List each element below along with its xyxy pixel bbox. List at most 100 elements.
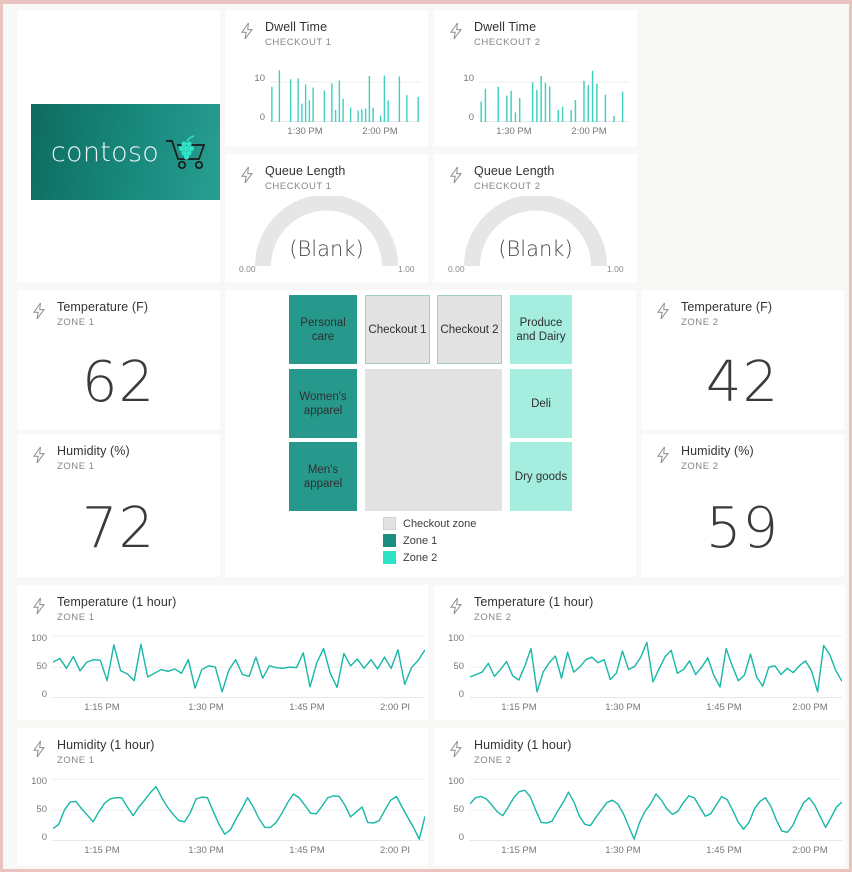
card-title: Queue Length — [265, 164, 346, 178]
card-subtitle: ZONE 1 — [57, 755, 95, 766]
y-tick-label: 0 — [468, 112, 474, 123]
card-subtitle: ZONE 1 — [57, 461, 95, 472]
zone-tile-mens-apparel[interactable]: Men's apparel — [289, 442, 357, 511]
card-title: Temperature (1 hour) — [57, 595, 177, 609]
humidity-trend-zone-2-card[interactable]: Humidity (1 hour) ZONE 2 100 50 0 1:15 P… — [434, 728, 845, 866]
zone-tile-dry-goods[interactable]: Dry goods — [510, 442, 572, 511]
temperature-line-chart — [53, 630, 425, 698]
kpi-value: 72 — [81, 496, 156, 561]
zone-tile-label: Produce and Dairy — [516, 316, 566, 343]
queue-length-checkout-1-card[interactable]: Queue Length CHECKOUT 1 (Blank) 0.00 1.0… — [225, 154, 428, 282]
lightning-bolt-icon — [33, 446, 45, 464]
temperature-trend-zone-2-card[interactable]: Temperature (1 hour) ZONE 2 100 50 0 1:1… — [434, 585, 845, 720]
dwell-time-bar-chart — [270, 70, 420, 122]
card-header: Humidity (%) ZONE 2 — [641, 434, 844, 473]
card-header: Queue Length CHECKOUT 1 — [225, 154, 428, 193]
queue-length-checkout-2-card[interactable]: Queue Length CHECKOUT 2 (Blank) 0.00 1.0… — [434, 154, 637, 282]
kpi-value: 62 — [81, 350, 156, 415]
x-tick-label: 2:00 PI — [379, 845, 411, 856]
x-tick-label: 1:30 PM — [605, 845, 641, 856]
gauge-value: (Blank) — [498, 237, 573, 261]
x-tick-label: 1:15 PM — [84, 702, 120, 713]
x-tick-label: 1:30 PM — [188, 845, 224, 856]
lightning-bolt-icon — [450, 597, 462, 615]
x-tick-label: 2:00 PM — [792, 845, 828, 856]
gauge-min-label: 0.00 — [239, 264, 256, 274]
humidity-zone-2-card[interactable]: Humidity (%) ZONE 2 59 — [641, 434, 844, 577]
contoso-logo: contoso — [31, 104, 220, 200]
y-tick-label: 0 — [458, 689, 464, 700]
gauge-max-label: 1.00 — [398, 264, 415, 274]
card-subtitle: ZONE 2 — [681, 461, 719, 472]
zone-tile-label: Men's apparel — [303, 463, 343, 490]
lightning-bolt-icon — [450, 166, 462, 184]
legend-label: Zone 1 — [403, 534, 438, 547]
shopping-cart-grapes-icon — [166, 135, 206, 170]
x-tick-label: 1:30 PM — [605, 702, 641, 713]
y-tick-label: 10 — [254, 73, 265, 84]
card-subtitle: CHECKOUT 1 — [265, 181, 332, 192]
legend-item[interactable]: Zone 2 — [383, 551, 476, 564]
logo-card: contoso — [17, 10, 220, 282]
card-header: Temperature (F) ZONE 2 — [641, 290, 844, 329]
x-tick-label: 1:15 PM — [84, 845, 120, 856]
legend-swatch-checkout-zone — [383, 517, 396, 530]
y-tick-label: 0 — [458, 832, 464, 843]
temperature-trend-zone-1-card[interactable]: Temperature (1 hour) ZONE 1 100 50 0 1:1… — [17, 585, 428, 720]
legend-swatch-zone-2 — [383, 551, 396, 564]
dashboard-page: contoso Dwell Time CHECKOUT 1 10 0 1:30 … — [0, 0, 852, 872]
legend-item[interactable]: Zone 1 — [383, 534, 476, 547]
lightning-bolt-icon — [33, 597, 45, 615]
card-title: Humidity (1 hour) — [474, 738, 572, 752]
legend-swatch-zone-1 — [383, 534, 396, 547]
gauge-value: (Blank) — [289, 237, 364, 261]
card-subtitle: ZONE 1 — [57, 317, 95, 328]
card-subtitle: ZONE 2 — [474, 755, 512, 766]
x-tick-label: 1:45 PM — [289, 845, 325, 856]
legend-item[interactable]: Checkout zone — [383, 517, 476, 530]
humidity-zone-1-card[interactable]: Humidity (%) ZONE 1 72 — [17, 434, 220, 577]
y-tick-label: 50 — [453, 661, 464, 672]
card-title: Humidity (1 hour) — [57, 738, 155, 752]
y-tick-label: 50 — [36, 804, 47, 815]
zone-tile-label: Dry goods — [514, 470, 568, 483]
temperature-zone-2-card[interactable]: Temperature (F) ZONE 2 42 — [641, 290, 844, 430]
dwell-time-checkout-2-card[interactable]: Dwell Time CHECKOUT 2 10 0 1:30 PM 2:00 … — [434, 10, 637, 146]
card-header: Temperature (1 hour) ZONE 2 — [434, 585, 845, 624]
card-subtitle: CHECKOUT 2 — [474, 37, 541, 48]
humidity-trend-zone-1-card[interactable]: Humidity (1 hour) ZONE 1 100 50 0 1:15 P… — [17, 728, 428, 866]
dwell-time-checkout-1-card[interactable]: Dwell Time CHECKOUT 1 10 0 1:30 PM 2:00 … — [225, 10, 428, 146]
card-title: Humidity (%) — [57, 444, 130, 458]
zone-tile-womens-apparel[interactable]: Women's apparel — [289, 369, 357, 438]
gauge-min-label: 0.00 — [448, 264, 465, 274]
card-header: Humidity (1 hour) ZONE 2 — [434, 728, 845, 767]
y-tick-label: 100 — [31, 776, 47, 787]
x-tick-label: 2:00 PI — [379, 702, 411, 713]
zone-tile-personal-care[interactable]: Personal care — [289, 295, 357, 364]
x-tick-label: 2:00 PM — [571, 126, 607, 137]
lightning-bolt-icon — [450, 22, 462, 40]
y-tick-label: 0 — [41, 689, 47, 700]
card-subtitle: CHECKOUT 2 — [474, 181, 541, 192]
zone-tile-checkout-1[interactable]: Checkout 1 — [365, 295, 430, 364]
temperature-line-chart — [470, 630, 842, 698]
card-header: Dwell Time CHECKOUT 1 — [225, 10, 428, 49]
x-tick-label: 1:30 PM — [287, 126, 323, 137]
zone-tile-deli[interactable]: Deli — [510, 369, 572, 438]
legend-label: Zone 2 — [403, 551, 438, 564]
y-tick-label: 100 — [448, 633, 464, 644]
lightning-bolt-icon — [33, 740, 45, 758]
zone-tile-label: Women's apparel — [299, 390, 347, 417]
store-map-legend: Checkout zone Zone 1 Zone 2 — [383, 517, 476, 568]
card-title: Queue Length — [474, 164, 555, 178]
lightning-bolt-icon — [241, 22, 253, 40]
zone-tile-checkout-2[interactable]: Checkout 2 — [437, 295, 502, 364]
zone-tile-produce-and-dairy[interactable]: Produce and Dairy — [510, 295, 572, 364]
y-tick-label: 50 — [453, 804, 464, 815]
temperature-zone-1-card[interactable]: Temperature (F) ZONE 1 62 — [17, 290, 220, 430]
y-tick-label: 0 — [41, 832, 47, 843]
zone-tile-label: Checkout 2 — [440, 323, 499, 336]
x-tick-label: 1:15 PM — [501, 702, 537, 713]
lightning-bolt-icon — [657, 302, 669, 320]
gauge-max-label: 1.00 — [607, 264, 624, 274]
